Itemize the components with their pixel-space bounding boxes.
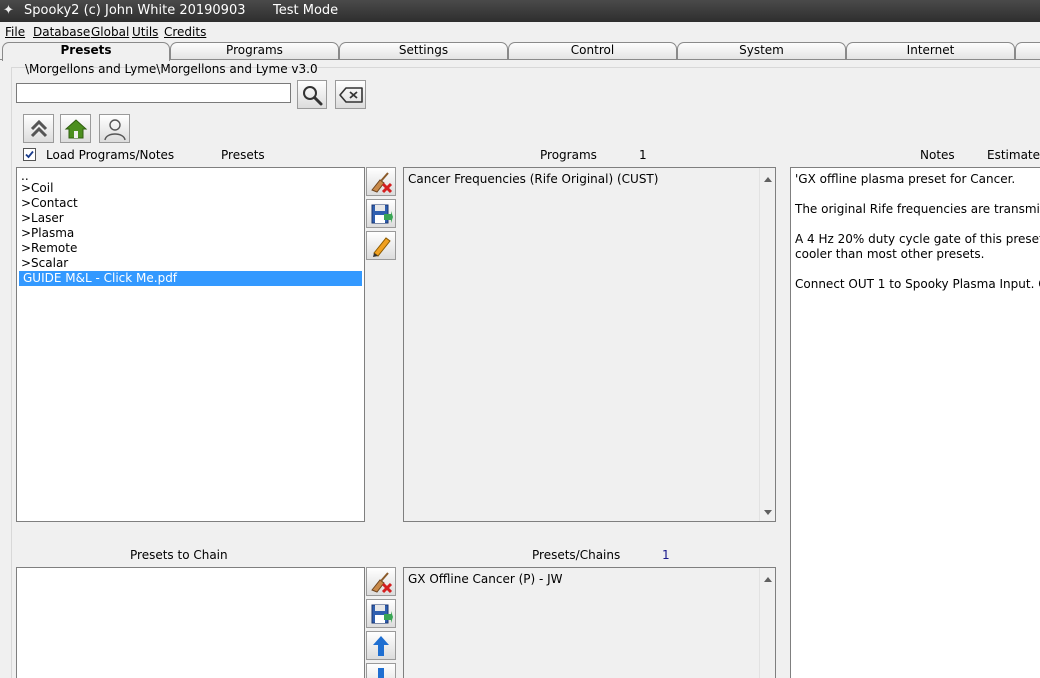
- up-folder-icon: [30, 119, 47, 137]
- move-up-icon: [373, 635, 389, 656]
- list-item[interactable]: >Remote: [17, 241, 364, 256]
- list-item-selected[interactable]: GUIDE M&L - Click Me.pdf: [19, 271, 362, 286]
- clear-search-button[interactable]: [335, 80, 366, 109]
- presets-header: Presets: [221, 148, 265, 162]
- home-icon: [64, 118, 87, 138]
- clear-chain-button[interactable]: [366, 567, 396, 596]
- tab-settings[interactable]: Settings: [339, 42, 508, 59]
- notes-header: Notes: [920, 148, 955, 162]
- menu-bar: File Database Global Utils Credits: [0, 22, 1040, 41]
- search-input[interactable]: [16, 83, 291, 103]
- scroll-up-arrow-icon[interactable]: [764, 177, 772, 182]
- search-button[interactable]: [297, 80, 327, 109]
- menu-credits[interactable]: Credits: [164, 25, 206, 39]
- save-icon: [371, 204, 393, 223]
- load-programs-notes-checkbox[interactable]: [23, 148, 36, 161]
- title-bar: ✦ Spooky2 (c) John White 20190903 Test M…: [0, 0, 1040, 22]
- estimated-label: Estimated: [987, 148, 1040, 162]
- user-button[interactable]: [99, 114, 130, 143]
- list-item[interactable]: ..: [17, 172, 364, 181]
- scroll-up-arrow-icon[interactable]: [764, 577, 772, 582]
- home-button[interactable]: [60, 114, 91, 143]
- move-down-button[interactable]: [366, 663, 396, 678]
- menu-file[interactable]: File: [5, 25, 25, 39]
- save-icon: [371, 604, 393, 623]
- list-item[interactable]: >Coil: [17, 181, 364, 196]
- move-up-button[interactable]: [366, 631, 396, 660]
- tab-internet[interactable]: Internet: [846, 42, 1015, 59]
- current-path: \Morgellons and Lyme\Morgellons and Lyme…: [25, 62, 318, 76]
- presets-to-chain-list[interactable]: [16, 567, 365, 678]
- programs-list[interactable]: Cancer Frequencies (Rife Original) (CUST…: [403, 167, 776, 522]
- backspace-icon: [338, 86, 363, 103]
- user-icon: [103, 118, 126, 140]
- presets-chains-list[interactable]: GX Offline Cancer (P) - JW: [403, 567, 776, 678]
- tab-programs[interactable]: Programs: [170, 42, 339, 59]
- mode-label: Test Mode: [273, 3, 339, 18]
- clear-programs-button[interactable]: [366, 167, 396, 196]
- list-item[interactable]: >Laser: [17, 211, 364, 226]
- notes-line: A 4 Hz 20% duty cycle gate of this prese…: [795, 232, 1040, 246]
- save-chain-button[interactable]: [366, 599, 396, 628]
- load-programs-notes-label: Load Programs/Notes: [46, 148, 175, 162]
- list-item[interactable]: >Scalar: [17, 256, 364, 271]
- window-title: Spooky2 (c) John White 20190903: [24, 3, 246, 18]
- move-down-icon: [378, 667, 384, 678]
- notes-panel[interactable]: 'GX offline plasma preset for Cancer. Th…: [790, 167, 1040, 678]
- spooky-app-icon: ✦: [3, 3, 14, 18]
- notes-line: 'GX offline plasma preset for Cancer.: [795, 172, 1016, 186]
- notes-line: The original Rife frequencies are transm…: [795, 202, 1040, 216]
- notes-line: Connect OUT 1 to Spooky Plasma Input. Ou…: [795, 277, 1040, 291]
- list-item[interactable]: Cancer Frequencies (Rife Original) (CUST…: [404, 168, 775, 187]
- clear-icon: [371, 171, 393, 193]
- menu-utils[interactable]: Utils: [132, 25, 158, 39]
- save-programs-button[interactable]: [366, 199, 396, 228]
- checkmark-icon: [25, 150, 34, 159]
- up-folder-button[interactable]: [23, 114, 54, 143]
- presets-to-chain-header: Presets to Chain: [130, 548, 228, 562]
- list-item[interactable]: GX Offline Cancer (P) - JW: [404, 568, 775, 587]
- list-item[interactable]: >Contact: [17, 196, 364, 211]
- programs-scrollbar[interactable]: [759, 168, 776, 521]
- list-item[interactable]: >Plasma: [17, 226, 364, 241]
- presets-chains-scrollbar[interactable]: [759, 568, 776, 678]
- menu-global[interactable]: Global: [91, 25, 129, 39]
- scroll-down-arrow-icon[interactable]: [764, 510, 772, 515]
- tab-system[interactable]: System: [677, 42, 846, 59]
- presets-list[interactable]: .. >Coil >Contact >Laser >Plasma >Remote…: [16, 167, 365, 522]
- tab-overflow[interactable]: [1015, 42, 1040, 59]
- edit-icon: [373, 236, 391, 257]
- tab-control[interactable]: Control: [508, 42, 677, 59]
- menu-database[interactable]: Database: [33, 25, 90, 39]
- presets-chains-count: 1: [662, 548, 670, 562]
- programs-count: 1: [639, 148, 647, 162]
- clear-icon: [371, 571, 393, 593]
- programs-header: Programs: [540, 148, 597, 162]
- search-icon: [303, 85, 323, 105]
- edit-program-button[interactable]: [366, 231, 396, 260]
- presets-chains-header: Presets/Chains: [532, 548, 621, 562]
- tab-presets[interactable]: Presets: [2, 42, 170, 61]
- notes-line: cooler than most other presets.: [795, 247, 985, 261]
